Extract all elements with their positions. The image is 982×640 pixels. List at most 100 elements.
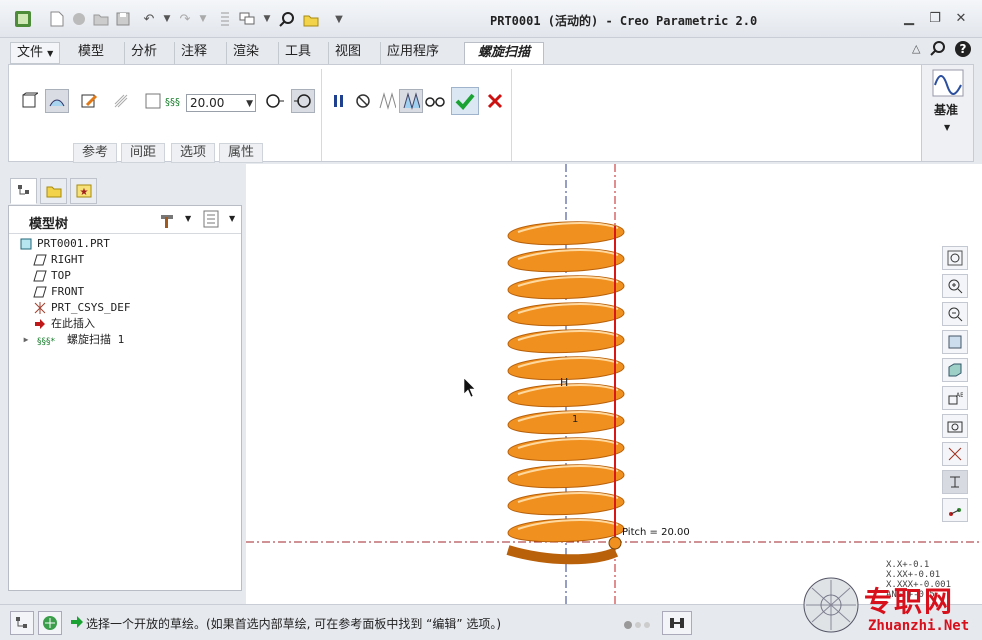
preview-icon[interactable] bbox=[375, 89, 399, 113]
undo-icon[interactable]: ↶ bbox=[140, 10, 158, 28]
navigator-tabs: ★ bbox=[8, 176, 100, 206]
folder-browser-tab-icon[interactable] bbox=[40, 178, 67, 204]
redo-dropdown-icon[interactable]: ▼ bbox=[194, 10, 212, 28]
tree-item-helical-sweep[interactable]: ▶ §§§* 螺旋扫描 1 bbox=[19, 332, 125, 348]
favorites-tab-icon[interactable]: ★ bbox=[70, 178, 97, 204]
datum-display-icon[interactable] bbox=[942, 442, 968, 466]
right-handed-icon[interactable] bbox=[291, 89, 315, 113]
tab-tools[interactable]: 工具 bbox=[278, 42, 317, 64]
chevron-down-icon: ▼ bbox=[47, 49, 54, 58]
title-bar: ↶ ▼ ↷ ▼ ▼ ▼ PRT0001 (活动的) - Creo Paramet… bbox=[0, 0, 982, 38]
tree-item-front[interactable]: FRONT bbox=[33, 284, 84, 300]
csys-icon bbox=[33, 301, 47, 315]
ribbon-search-icon[interactable] bbox=[930, 40, 946, 59]
windows-icon[interactable] bbox=[238, 10, 256, 28]
datum-plane-icon bbox=[33, 285, 47, 299]
subtab-references[interactable]: 参考 bbox=[73, 143, 118, 163]
zoom-in-icon[interactable] bbox=[942, 274, 968, 298]
new-file-icon[interactable] bbox=[48, 10, 66, 28]
datum-plane-icon bbox=[33, 269, 47, 283]
pitch-value: 20.00 bbox=[190, 96, 225, 110]
open-file-icon[interactable] bbox=[70, 10, 88, 28]
close-icon[interactable]: ✕ bbox=[952, 11, 970, 27]
verify-icon[interactable] bbox=[399, 89, 423, 113]
chevron-down-icon: ▼ bbox=[944, 123, 951, 132]
subtab-options[interactable]: 选项 bbox=[171, 143, 216, 163]
zoom-out-icon[interactable] bbox=[942, 302, 968, 326]
graphics-viewport[interactable]: H 1 Pitch = 20.00 X.X+-0.1 X.XX+-0.01 X.… bbox=[246, 164, 982, 604]
tab-view[interactable]: 视图 bbox=[328, 42, 367, 64]
surface-icon[interactable] bbox=[45, 89, 69, 113]
close-window-icon[interactable] bbox=[302, 10, 320, 28]
chevron-down-icon[interactable]: ▼ bbox=[246, 96, 253, 112]
left-handed-icon[interactable] bbox=[263, 89, 287, 113]
spin-center-icon[interactable] bbox=[942, 498, 968, 522]
subtab-pitch[interactable]: 间距 bbox=[121, 143, 166, 163]
tab-annotate[interactable]: 注释 bbox=[174, 42, 213, 64]
tab-render[interactable]: 渲染 bbox=[226, 42, 265, 64]
tree-item-insert-here[interactable]: 在此插入 bbox=[33, 316, 95, 332]
search-icon[interactable] bbox=[278, 10, 296, 28]
subtab-properties[interactable]: 属性 bbox=[219, 143, 264, 163]
tab-helical-sweep[interactable]: 螺旋扫描 bbox=[464, 42, 544, 64]
window-title: PRT0001 (活动的) - Creo Parametric 2.0 bbox=[490, 14, 758, 28]
tree-settings-icon[interactable] bbox=[159, 211, 181, 232]
dim-label: 1 bbox=[572, 414, 578, 425]
watermark-cn: 专职网 bbox=[864, 585, 955, 618]
tree-show-icon[interactable] bbox=[203, 210, 219, 231]
glasses-icon[interactable] bbox=[423, 89, 447, 113]
pause-icon[interactable] bbox=[327, 89, 351, 113]
cancel-button[interactable] bbox=[483, 89, 507, 113]
display-style-icon[interactable] bbox=[942, 358, 968, 382]
tree-item-csys[interactable]: PRT_CSYS_DEF bbox=[33, 300, 130, 316]
tree-item-label: PRT0001.PRT bbox=[37, 237, 110, 250]
no-preview-icon[interactable] bbox=[351, 89, 375, 113]
status-message: 选择一个开放的草绘。(如果首选内部草绘, 可在参考面板中找到 “编辑” 选项。) bbox=[86, 617, 502, 631]
open-folder-icon[interactable] bbox=[92, 10, 110, 28]
expand-icon[interactable]: ▶ bbox=[19, 333, 33, 347]
tree-item-label: FRONT bbox=[51, 285, 85, 298]
sketch-icon[interactable] bbox=[77, 89, 101, 113]
svg-text:★: ★ bbox=[79, 187, 88, 198]
toggle-navigator-icon[interactable] bbox=[10, 611, 34, 635]
windows-dropdown-icon[interactable]: ▼ bbox=[258, 10, 276, 28]
tree-item-label: 螺旋扫描 1 bbox=[67, 333, 125, 346]
model-tree-tab-icon[interactable] bbox=[10, 178, 37, 204]
collapse-ribbon-icon[interactable]: △ bbox=[912, 42, 920, 55]
help-icon[interactable]: ? bbox=[954, 40, 972, 61]
tree-item-part[interactable]: PRT0001.PRT bbox=[19, 236, 110, 252]
accept-button[interactable] bbox=[451, 87, 479, 115]
solid-icon[interactable] bbox=[17, 89, 41, 113]
maximize-icon[interactable]: ❐ bbox=[926, 11, 944, 27]
regenerate-icon[interactable] bbox=[216, 10, 234, 28]
datum-group[interactable]: 基准 ▼ bbox=[921, 65, 973, 161]
tab-file[interactable]: 文件 ▼ bbox=[10, 42, 61, 64]
pitch-input[interactable]: 20.00 ▼ bbox=[186, 94, 256, 112]
refit-icon[interactable] bbox=[942, 246, 968, 270]
tab-applications[interactable]: 应用程序 bbox=[380, 42, 445, 64]
spring-end-coil bbox=[506, 545, 619, 565]
repaint-icon[interactable] bbox=[942, 330, 968, 354]
helical-sweep-icon: §§§* bbox=[37, 333, 63, 347]
chevron-down-icon[interactable]: ▼ bbox=[229, 214, 235, 223]
tab-model[interactable]: 模型 bbox=[72, 42, 110, 64]
minimize-icon[interactable]: ▁ bbox=[900, 11, 918, 27]
view-manager-icon[interactable] bbox=[942, 414, 968, 438]
tree-item-label: 在此插入 bbox=[51, 317, 95, 330]
tab-analysis[interactable]: 分析 bbox=[124, 42, 163, 64]
annotation-display-icon[interactable] bbox=[942, 470, 968, 494]
thicken-checkbox[interactable] bbox=[141, 89, 165, 113]
selection-filter-icon[interactable] bbox=[662, 611, 692, 635]
redo-icon[interactable]: ↷ bbox=[176, 10, 194, 28]
chevron-down-icon[interactable]: ▼ bbox=[185, 214, 191, 223]
toggle-browser-icon[interactable] bbox=[38, 611, 62, 635]
remove-material-icon[interactable] bbox=[109, 89, 133, 113]
tree-item-top[interactable]: TOP bbox=[33, 268, 71, 284]
tree-item-right[interactable]: RIGHT bbox=[33, 252, 84, 268]
saved-orientations-icon[interactable]: AB bbox=[942, 386, 968, 410]
undo-dropdown-icon[interactable]: ▼ bbox=[158, 10, 176, 28]
customize-qa-icon[interactable]: ▼ bbox=[330, 10, 348, 28]
spring-model-svg[interactable]: H 1 Pitch = 20.00 bbox=[246, 164, 982, 604]
save-icon[interactable] bbox=[114, 10, 132, 28]
model-tree-panel: 模型树 ▼ ▼ PRT0001.PRT RIGHT TOP FRONT PRT_… bbox=[8, 205, 242, 591]
